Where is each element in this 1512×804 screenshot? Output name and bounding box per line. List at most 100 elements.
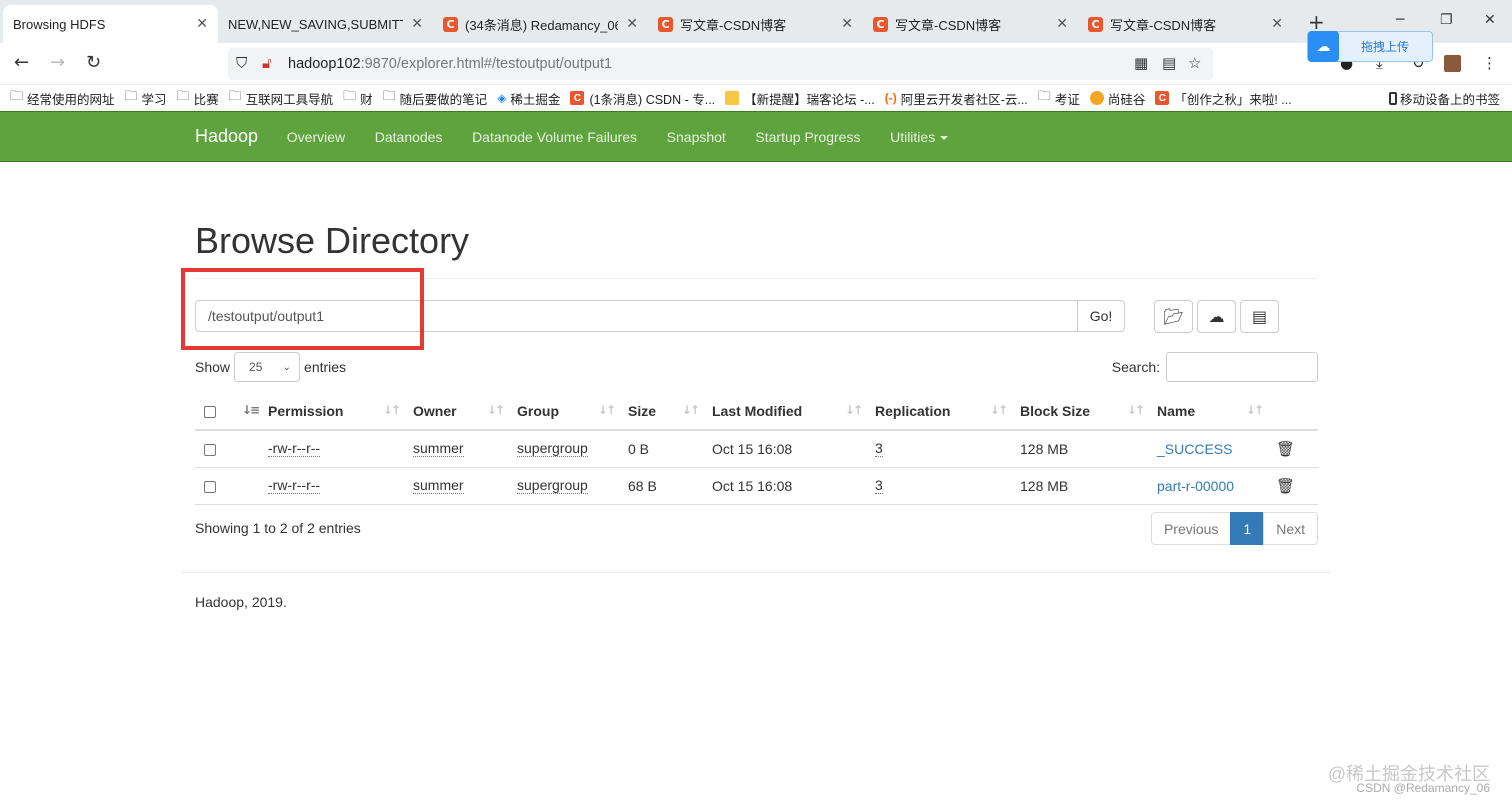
tab-browsing-hdfs[interactable]: Browsing HDFS ✕: [3, 5, 218, 43]
nav-datanodes[interactable]: Datanodes: [360, 129, 457, 145]
name-cell: part-r-00000: [1153, 467, 1272, 505]
folder-icon: 🗀︎: [228, 89, 242, 104]
qr-code-icon[interactable]: ▦: [1134, 54, 1148, 72]
replication-value[interactable]: 3: [875, 478, 883, 494]
shield-icon[interactable]: ⛉: [236, 54, 247, 72]
close-icon[interactable]: ✕: [626, 16, 638, 32]
bookmark-folder[interactable]: 🗀︎ 考证: [1038, 87, 1080, 109]
tab-csdn-write-1[interactable]: C 写文章-CSDN博客 ✕: [648, 5, 863, 43]
group-value[interactable]: supergroup: [517, 441, 588, 458]
url-bar[interactable]: ⛉ 🔓︎ hadoop102:9870/explorer.html#/testo…: [228, 48, 1213, 80]
bookmark-star-icon[interactable]: ☆: [1188, 54, 1201, 72]
bookmark-folder[interactable]: 🗀︎ 学习: [125, 87, 167, 109]
search-input[interactable]: [1166, 352, 1318, 382]
window-close-icon[interactable]: ✕: [1484, 12, 1496, 28]
cut-paste-button[interactable]: ▤: [1240, 300, 1279, 333]
actions-cell: 🗑︎: [1272, 430, 1318, 468]
mobile-bookmarks[interactable]: 移动设备上的书签: [1388, 89, 1500, 108]
tab-csdn-write-3[interactable]: C 写文章-CSDN博客 ✕: [1078, 5, 1293, 43]
folder-icon: 🗀︎: [343, 89, 357, 104]
page-1-button[interactable]: 1: [1230, 512, 1265, 545]
folder-icon: 🗀︎: [382, 89, 396, 104]
nav-startup-progress[interactable]: Startup Progress: [741, 129, 876, 145]
column-last-modified[interactable]: Last Modified ↓↑: [708, 392, 871, 431]
permission-cell: -rw-r--r--: [264, 467, 409, 505]
bookmark-folder[interactable]: 🗀︎ 比赛: [177, 87, 219, 109]
nav-snapshot[interactable]: Snapshot: [652, 129, 741, 145]
show-label: Show: [195, 359, 231, 375]
bookmark-folder[interactable]: 🗀︎ 随后要做的笔记: [383, 87, 488, 109]
trash-icon[interactable]: 🗑︎: [1276, 440, 1295, 458]
create-directory-button[interactable]: 📂︎: [1154, 300, 1193, 333]
minimize-icon[interactable]: ─: [1396, 12, 1404, 28]
cloud-upload-icon: ☁: [1308, 31, 1339, 62]
upload-files-button[interactable]: ☁: [1197, 300, 1236, 333]
tab-csdn-messages[interactable]: C (34条消息) Redamancy_06的 ✕: [433, 5, 648, 43]
row-checkbox[interactable]: [204, 444, 216, 457]
bookmark-csdn[interactable]: C (1条消息) CSDN - 专...: [570, 89, 715, 108]
owner-value[interactable]: summer: [413, 478, 464, 494]
hadoop-navbar: Hadoop Overview Datanodes Datanode Volum…: [0, 111, 1512, 162]
owner-value[interactable]: summer: [413, 441, 464, 458]
bookmark-aliyun[interactable]: (-) 阿里云开发者社区-云...: [885, 89, 1028, 108]
navbar-brand[interactable]: Hadoop: [195, 126, 258, 147]
bookmark-atguigu[interactable]: 尚硅谷: [1089, 89, 1145, 108]
reload-icon[interactable]: ↻: [86, 52, 101, 73]
file-name-link[interactable]: part-r-00000: [1157, 478, 1234, 494]
column-replication[interactable]: Replication ↓↑: [871, 392, 1016, 431]
tab-yarn-states[interactable]: NEW,NEW_SAVING,SUBMITTED, ✕: [218, 5, 433, 43]
restore-icon[interactable]: ❐: [1440, 12, 1453, 28]
close-icon[interactable]: ✕: [411, 16, 423, 32]
select-all-checkbox[interactable]: [204, 405, 216, 418]
close-icon[interactable]: ✕: [841, 16, 853, 32]
column-permission[interactable]: Permission ↓↑: [264, 392, 409, 431]
back-icon[interactable]: ←: [14, 52, 29, 73]
modified-cell: Oct 15 16:08: [708, 467, 871, 505]
close-icon[interactable]: ✕: [196, 16, 208, 32]
permission-value[interactable]: -rw-r--r--: [268, 441, 321, 458]
row-checkbox[interactable]: [204, 480, 216, 493]
file-name-link[interactable]: _SUCCESS: [1157, 441, 1232, 457]
trash-icon[interactable]: 🗑︎: [1276, 477, 1295, 495]
column-owner[interactable]: Owner ↓↑: [409, 392, 513, 431]
bookmark-csdn-autumn[interactable]: C 「创作之秋」来啦! ...: [1155, 89, 1292, 108]
menu-icon[interactable]: ⋮: [1482, 54, 1497, 72]
tab-label: NEW,NEW_SAVING,SUBMITTED,: [228, 16, 403, 32]
drag-upload-widget[interactable]: ☁ 拖拽上传: [1307, 31, 1433, 62]
upload-label: 拖拽上传: [1361, 40, 1410, 54]
nav-utilities-dropdown[interactable]: Utilities: [875, 129, 963, 145]
column-group[interactable]: Group ↓↑: [513, 392, 624, 431]
go-button[interactable]: Go!: [1078, 300, 1125, 332]
bookmark-folder[interactable]: 🗀︎ 经常使用的网址: [10, 87, 115, 109]
tab-csdn-write-2[interactable]: C 写文章-CSDN博客 ✕: [863, 5, 1078, 43]
modified-cell: Oct 15 16:08: [708, 430, 871, 468]
reader-mode-icon[interactable]: ▤: [1162, 54, 1176, 72]
bookmark-juejin[interactable]: ◈ 稀土掘金: [497, 89, 560, 108]
column-name[interactable]: Name ↓↑: [1153, 392, 1272, 431]
highlight-annotation-box: [181, 268, 424, 350]
bookmark-ruike[interactable]: 【新提醒】瑞客论坛 -...: [725, 89, 875, 108]
block-size-cell: 128 MB: [1016, 430, 1153, 468]
block-size-cell: 128 MB: [1016, 467, 1153, 505]
sort-column-header[interactable]: ↓≡: [233, 392, 264, 431]
bookmark-folder[interactable]: 🗀︎ 互联网工具导航: [229, 87, 334, 109]
forward-icon[interactable]: →: [50, 52, 65, 73]
insecure-lock-icon[interactable]: 🔓︎: [262, 54, 272, 72]
replication-value[interactable]: 3: [875, 441, 883, 458]
nav-volume-failures[interactable]: Datanode Volume Failures: [457, 129, 652, 145]
column-size[interactable]: Size ↓↑: [624, 392, 708, 431]
group-value[interactable]: supergroup: [517, 478, 588, 494]
close-icon[interactable]: ✕: [1271, 16, 1283, 32]
permission-value[interactable]: -rw-r--r--: [268, 478, 321, 494]
replication-cell: 3: [871, 430, 1016, 468]
size-cell: 68 B: [624, 467, 708, 505]
next-page-button[interactable]: Next: [1263, 512, 1318, 545]
nav-overview[interactable]: Overview: [272, 129, 360, 145]
entries-per-page-select[interactable]: 25 ⌄: [234, 352, 301, 382]
column-block-size[interactable]: Block Size ↓↑: [1016, 392, 1153, 431]
folder-icon: 🗀︎: [1037, 89, 1051, 104]
bookmark-folder[interactable]: 🗀︎ 财: [343, 87, 373, 109]
previous-page-button[interactable]: Previous: [1150, 512, 1232, 545]
close-icon[interactable]: ✕: [1056, 16, 1068, 32]
profile-avatar[interactable]: [1444, 55, 1461, 72]
